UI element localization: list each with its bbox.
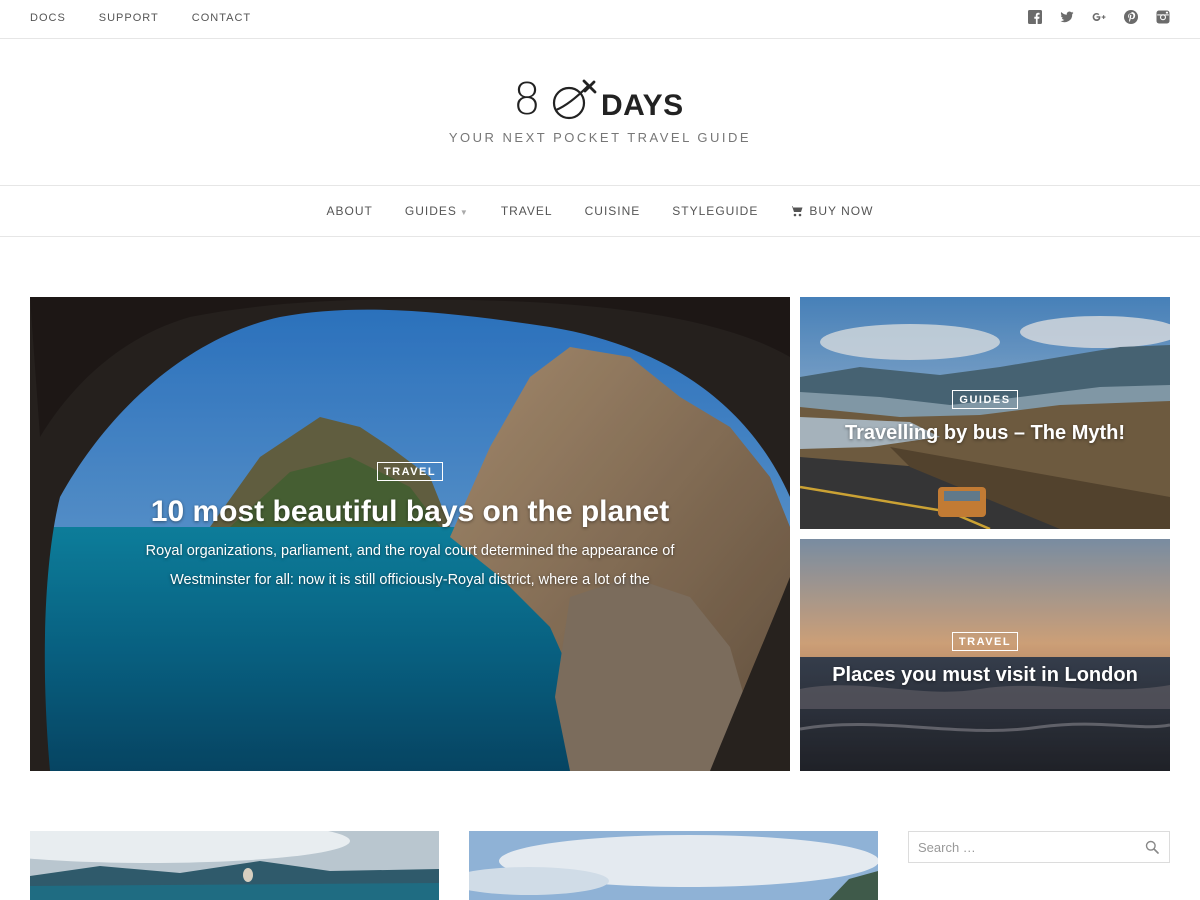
instagram-icon[interactable]	[1156, 10, 1170, 24]
logo-numeral: 8	[513, 74, 541, 125]
post-card-image[interactable]	[469, 831, 878, 900]
featured-side-title[interactable]: Places you must visit in London	[825, 664, 1145, 687]
top-bar: DOCS SUPPORT CONTACT	[0, 0, 1200, 39]
featured-main-title[interactable]: 10 most beautiful bays on the planet	[151, 495, 669, 529]
cart-icon	[790, 206, 803, 217]
post-image-mountain-lake	[30, 831, 439, 900]
twitter-icon[interactable]	[1060, 10, 1074, 24]
top-nav-docs[interactable]: DOCS	[30, 12, 66, 24]
chevron-down-icon: ▼	[459, 207, 469, 217]
globe-plane-icon	[552, 79, 597, 120]
nav-item-about[interactable]: ABOUT	[327, 204, 373, 218]
nav-item-label: BUY NOW	[809, 204, 874, 218]
main-navigation: ABOUT GUIDES ▼ TRAVEL CUISINE STYLEGUIDE …	[0, 186, 1200, 237]
featured-main-excerpt: Royal organizations, parliament, and the…	[145, 542, 675, 588]
nav-item-guides[interactable]: GUIDES ▼	[405, 204, 469, 218]
search-box	[908, 831, 1170, 863]
featured-side-content: GUIDES Travelling by bus – The Myth!	[800, 297, 1170, 529]
nav-item-cuisine[interactable]: CUISINE	[585, 204, 641, 218]
nav-item-label: ABOUT	[326, 204, 373, 218]
pinterest-icon[interactable]	[1124, 10, 1138, 24]
featured-post-main[interactable]: TRAVEL 10 most beautiful bays on the pla…	[30, 297, 790, 771]
featured-side-title[interactable]: Travelling by bus – The Myth!	[825, 422, 1145, 445]
nav-item-styleguide[interactable]: STYLEGUIDE	[672, 204, 758, 218]
google-plus-icon[interactable]	[1092, 10, 1106, 24]
site-tagline: YOUR NEXT POCKET TRAVEL GUIDE	[448, 130, 752, 145]
top-navigation: DOCS SUPPORT CONTACT	[30, 12, 284, 24]
facebook-icon[interactable]	[1028, 10, 1042, 24]
site-header: 8 DAYS YOUR NEXT POCKET TRAVEL GUIDE	[0, 39, 1200, 186]
nav-item-buy-now[interactable]: BUY NOW	[790, 204, 873, 218]
search-icon[interactable]	[1145, 840, 1159, 854]
search-input[interactable]	[909, 832, 1129, 862]
top-nav-support[interactable]: SUPPORT	[99, 12, 159, 24]
top-nav-contact[interactable]: CONTACT	[192, 12, 251, 24]
post-image-sky-coast	[469, 831, 878, 900]
nav-item-label: CUISINE	[584, 204, 641, 218]
category-badge[interactable]: TRAVEL	[951, 631, 1019, 651]
featured-post-side[interactable]: GUIDES Travelling by bus – The Myth!	[800, 297, 1170, 529]
nav-item-label: GUIDES	[404, 204, 457, 218]
featured-side-content: TRAVEL Places you must visit in London	[800, 539, 1170, 771]
site-logo[interactable]: 8 DAYS	[513, 75, 693, 125]
featured-post-side[interactable]: TRAVEL Places you must visit in London	[800, 539, 1170, 771]
nav-item-label: STYLEGUIDE	[672, 204, 759, 218]
category-badge[interactable]: GUIDES	[952, 389, 1018, 409]
nav-item-label: TRAVEL	[500, 204, 553, 218]
post-card-image[interactable]	[30, 831, 439, 900]
nav-item-travel[interactable]: TRAVEL	[501, 204, 553, 218]
category-badge[interactable]: TRAVEL	[376, 461, 444, 481]
logo-wordmark: DAYS	[601, 89, 684, 122]
social-links	[1028, 10, 1170, 24]
featured-main-content: TRAVEL 10 most beautiful bays on the pla…	[30, 297, 790, 771]
